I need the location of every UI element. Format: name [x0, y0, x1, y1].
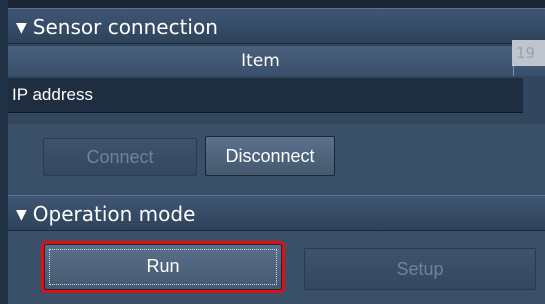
connect-button[interactable]: Connect: [43, 138, 197, 176]
column-header-item[interactable]: Item: [8, 46, 514, 76]
operation-mode-title: Operation mode: [32, 202, 196, 226]
operation-mode-header[interactable]: ▼ Operation mode: [8, 195, 545, 231]
collapse-triangle-icon: ▼: [16, 20, 27, 36]
sensor-connection-title: Sensor connection: [32, 15, 218, 39]
setup-button[interactable]: Setup: [304, 248, 536, 290]
ip-address-value[interactable]: 19: [512, 40, 545, 66]
run-button-label: Run: [146, 256, 180, 276]
run-button[interactable]: Run: [41, 241, 285, 293]
sensor-connection-table: Item IP address: [8, 44, 545, 124]
sensor-connection-header[interactable]: ▼ Sensor connection: [8, 8, 545, 44]
disconnect-button[interactable]: Disconnect: [205, 136, 335, 176]
window-frame-left: [0, 0, 8, 304]
ip-address-label: IP address: [12, 85, 93, 104]
collapse-triangle-icon: ▼: [16, 207, 27, 223]
table-row[interactable]: IP address: [8, 78, 523, 113]
window-frame-top: [8, 0, 545, 8]
device-panel: ▼ Sensor connection Item IP address 19 Co…: [0, 0, 545, 304]
